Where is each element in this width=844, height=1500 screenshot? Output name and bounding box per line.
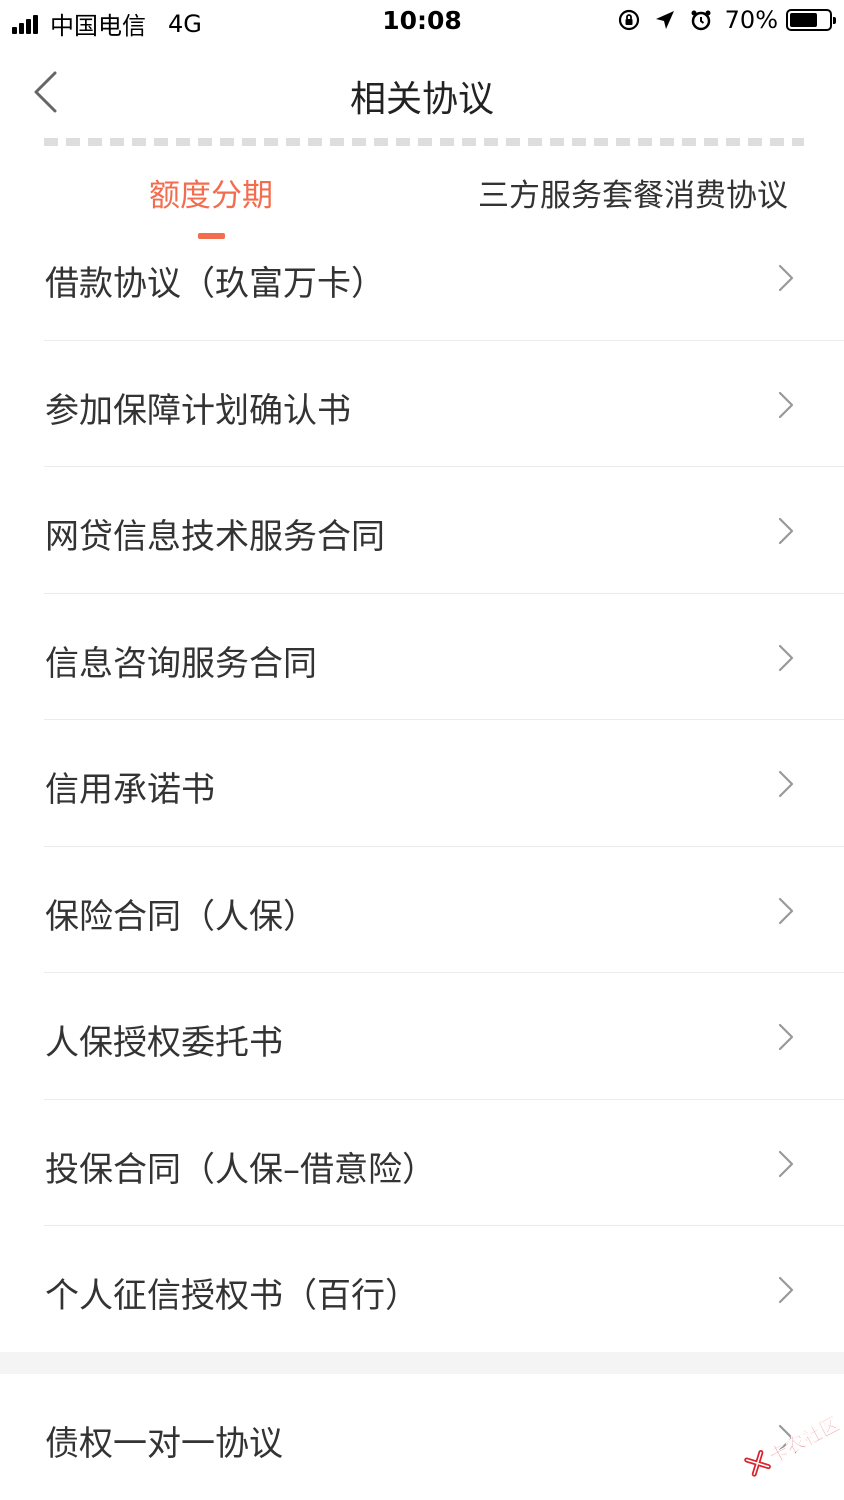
list-item-label: 个人征信授权书（百行） bbox=[45, 1276, 419, 1316]
list-item-authorization-letter[interactable]: 人保授权委托书 bbox=[0, 973, 844, 1100]
list-item-credit-commitment[interactable]: 信用承诺书 bbox=[0, 720, 844, 847]
chevron-right-icon bbox=[778, 1023, 794, 1051]
list-item-loan-agreement[interactable]: 借款协议（玖富万卡） bbox=[0, 214, 844, 341]
chevron-right-icon bbox=[778, 517, 794, 545]
list-item-label: 人保授权委托书 bbox=[45, 1023, 283, 1063]
status-bar: 中国电信 4G 10:08 70% bbox=[0, 0, 844, 42]
watermark-text: 卡农社区 bbox=[765, 1412, 843, 1468]
list-item-label: 投保合同（人保–借意险） bbox=[45, 1149, 436, 1190]
section-separator bbox=[0, 1352, 844, 1374]
chevron-right-icon bbox=[778, 644, 794, 671]
status-right: 70% bbox=[617, 6, 836, 34]
nav-bar: 相关协议 bbox=[0, 42, 844, 142]
list-item-debt-one-to-one-agreement[interactable]: 债权一对一协议 bbox=[0, 1374, 844, 1500]
scrolled-content-edge bbox=[44, 138, 804, 146]
chevron-right-icon bbox=[778, 264, 794, 292]
battery-level bbox=[790, 13, 817, 27]
list-item-label: 债权一对一协议 bbox=[45, 1424, 283, 1464]
tab-third-party-service-agreement[interactable]: 三方服务套餐消费协议 bbox=[478, 170, 788, 215]
alarm-clock-icon bbox=[689, 8, 713, 32]
battery-icon bbox=[786, 9, 836, 31]
list-item-credit-report-authorization[interactable]: 个人征信授权书（百行） bbox=[0, 1226, 844, 1353]
location-arrow-icon bbox=[653, 8, 677, 32]
chevron-right-icon bbox=[778, 770, 794, 798]
list-item-consulting-service-contract[interactable]: 信息咨询服务合同 bbox=[0, 594, 844, 720]
list-item-label: 参加保障计划确认书 bbox=[45, 390, 351, 431]
list-item-insurance-application-contract[interactable]: 投保合同（人保–借意险） bbox=[0, 1100, 844, 1226]
list-item-label: 信用承诺书 bbox=[45, 770, 215, 810]
list-item-label: 借款协议（玖富万卡） bbox=[45, 264, 385, 304]
chevron-right-icon bbox=[778, 1276, 794, 1304]
chevron-right-icon bbox=[778, 897, 794, 924]
orientation-lock-icon bbox=[617, 8, 641, 32]
agreement-list: 借款协议（玖富万卡） 参加保障计划确认书 网贷信息技术服务合同 信息咨询服务合同… bbox=[0, 214, 844, 1353]
chevron-right-icon bbox=[778, 1150, 794, 1177]
list-item-label: 信息咨询服务合同 bbox=[45, 643, 317, 684]
tab-installment-limit[interactable]: 额度分期 bbox=[149, 170, 273, 215]
list-item-label: 保险合同（人保） bbox=[45, 896, 317, 937]
list-item-tech-service-contract[interactable]: 网贷信息技术服务合同 bbox=[0, 467, 844, 594]
battery-percent: 70% bbox=[724, 6, 778, 34]
list-item-label: 网贷信息技术服务合同 bbox=[45, 517, 385, 557]
list-item-insurance-contract[interactable]: 保险合同（人保） bbox=[0, 847, 844, 973]
page-title: 相关协议 bbox=[349, 79, 494, 120]
list-item-guarantee-plan-confirmation[interactable]: 参加保障计划确认书 bbox=[0, 341, 844, 467]
chevron-right-icon bbox=[778, 391, 794, 418]
